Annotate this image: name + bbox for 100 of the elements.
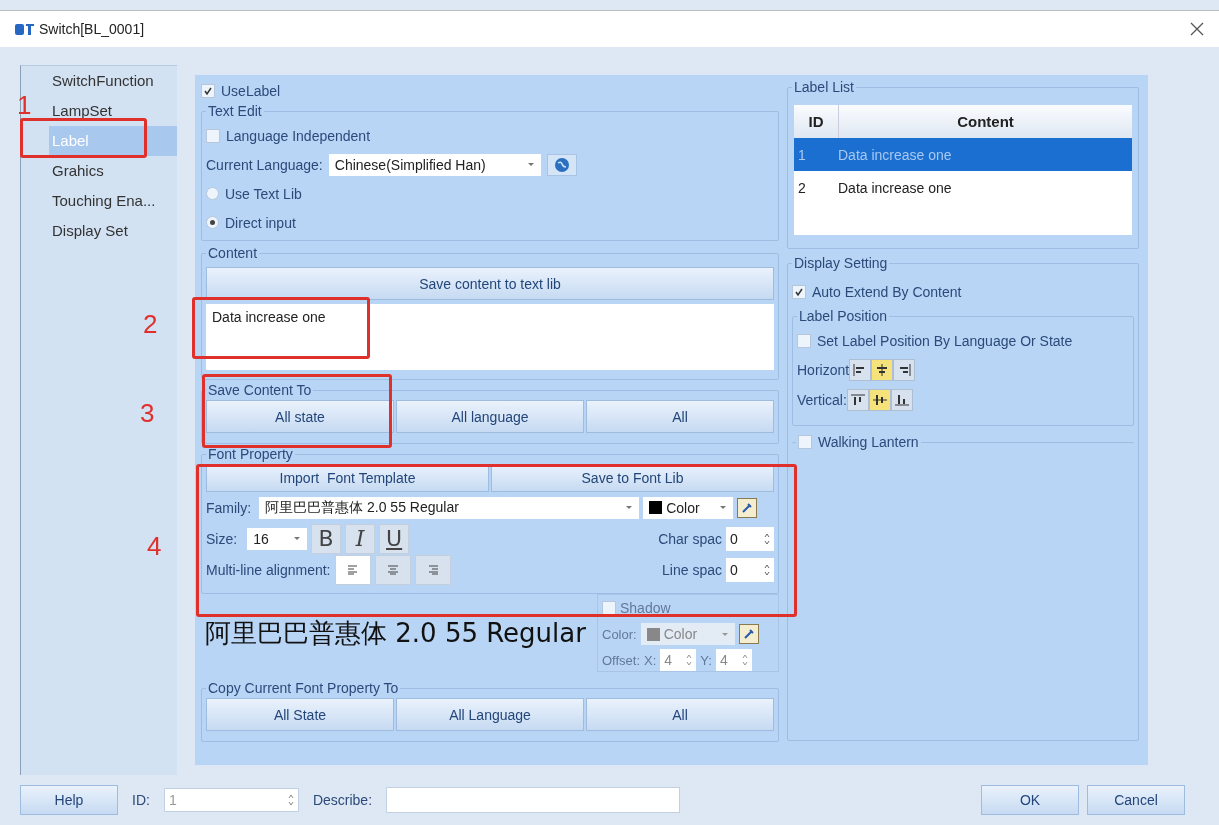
checkbox-label: Language Independent bbox=[226, 127, 371, 144]
table-cell-text: Data increase one bbox=[838, 146, 953, 163]
group-title: Save Content To bbox=[207, 382, 313, 398]
position-button[interactable] bbox=[846, 389, 869, 411]
radio-label: Direct input bbox=[225, 214, 296, 231]
spinner-arrows-icon bbox=[741, 653, 748, 667]
globe-icon bbox=[553, 156, 570, 173]
position-button[interactable] bbox=[890, 389, 913, 411]
font-size-dropdown[interactable]: 16 bbox=[247, 527, 308, 550]
help-button[interactable]: Help bbox=[20, 785, 118, 815]
table-cell-text: 2 bbox=[797, 179, 807, 196]
field-label: Offset: bbox=[602, 652, 641, 668]
table-cell-text: Data increase one bbox=[838, 179, 953, 196]
copy-to-button[interactable]: All State bbox=[206, 698, 394, 731]
position-button[interactable] bbox=[893, 359, 916, 381]
char-spacing-spinner[interactable]: 0 bbox=[726, 526, 774, 551]
field-label: Current Language: bbox=[206, 156, 323, 173]
close-icon[interactable] bbox=[1190, 22, 1204, 36]
window-title: Switch[BL_0001] bbox=[39, 21, 146, 37]
checkbox[interactable] bbox=[797, 333, 811, 348]
group-title: Copy Current Font Property To bbox=[207, 680, 400, 696]
caret-icon bbox=[526, 162, 535, 167]
field-label: Size: bbox=[206, 530, 238, 547]
checkbox[interactable] bbox=[206, 128, 220, 143]
radio-label: Use Text Lib bbox=[225, 185, 302, 202]
line-spacing-spinner[interactable]: 0 bbox=[726, 557, 774, 582]
app-logo-icon bbox=[15, 22, 35, 36]
caret-icon bbox=[720, 631, 729, 637]
group-title: Content bbox=[207, 245, 259, 261]
field-label: Line spac bbox=[662, 561, 722, 578]
ok-button[interactable]: OK bbox=[981, 785, 1079, 815]
color-dropdown[interactable]: Color bbox=[643, 496, 734, 519]
position-button[interactable] bbox=[868, 389, 891, 411]
checkbox[interactable] bbox=[798, 435, 812, 449]
field-label: Describe: bbox=[312, 792, 373, 808]
position-button[interactable] bbox=[871, 359, 894, 381]
nav-item[interactable]: Display Set bbox=[49, 216, 177, 246]
check-icon bbox=[203, 86, 213, 96]
checkbox-label: Set Label Position By Language Or State bbox=[817, 332, 1073, 349]
caret-icon bbox=[625, 505, 634, 510]
callout-number: 3 bbox=[140, 400, 155, 426]
nav-item[interactable]: Touching Ena... bbox=[49, 186, 177, 216]
caret-icon bbox=[293, 536, 302, 541]
checkbox[interactable] bbox=[201, 84, 215, 98]
group-title: Font Property bbox=[207, 446, 294, 462]
font-preview-text: 阿里巴巴普惠体 2.0 55 Regular bbox=[204, 617, 587, 650]
eyedropper-icon bbox=[741, 501, 754, 514]
position-button[interactable] bbox=[849, 359, 872, 381]
group-title: Text Edit bbox=[207, 103, 263, 119]
table-row[interactable]: 2 Data increase one bbox=[794, 171, 1132, 204]
checkbox-label: Walking Lantern bbox=[818, 434, 919, 450]
save-to-button[interactable]: All state bbox=[206, 400, 394, 433]
check-icon bbox=[794, 286, 804, 297]
font-style-button[interactable]: U bbox=[379, 523, 410, 554]
group-title: Label List bbox=[793, 79, 855, 95]
save-to-button[interactable]: All bbox=[586, 400, 774, 433]
checkbox-label: UseLabel bbox=[221, 83, 281, 99]
text-align-icon bbox=[386, 564, 399, 575]
field-label: Vertical: bbox=[797, 392, 847, 408]
nav-item[interactable]: LampSet bbox=[49, 96, 177, 126]
field-label: Y: bbox=[700, 652, 712, 668]
field-label: X: bbox=[644, 652, 657, 668]
group-title: Label Position bbox=[798, 308, 888, 324]
callout-number: 4 bbox=[147, 533, 162, 559]
callout-number: 1 bbox=[17, 92, 32, 118]
spinner-arrows-icon bbox=[764, 531, 770, 546]
content-text-area[interactable]: Data increase one bbox=[206, 304, 774, 370]
column-header[interactable]: Content bbox=[839, 105, 1132, 138]
text-align-icon bbox=[346, 564, 359, 575]
copy-to-button[interactable]: All Language bbox=[396, 698, 584, 731]
radio-button[interactable] bbox=[206, 216, 219, 229]
nav-item[interactable]: SwitchFunction bbox=[49, 66, 177, 96]
eyedropper-icon bbox=[742, 628, 755, 640]
copy-to-button[interactable]: All bbox=[586, 698, 774, 731]
field-label: Family: bbox=[206, 499, 252, 516]
font-style-button[interactable]: I bbox=[345, 523, 376, 554]
globe-button[interactable] bbox=[546, 153, 577, 176]
language-dropdown[interactable]: Chinese(Simplified Han) bbox=[328, 153, 541, 176]
align-icon bbox=[872, 394, 887, 406]
font-family-dropdown[interactable]: 阿里巴巴普惠体 2.0 55 Regular bbox=[259, 496, 640, 519]
nav-item[interactable]: Grahics bbox=[49, 156, 177, 186]
radio-button[interactable] bbox=[206, 187, 219, 200]
spinner-arrows-icon bbox=[764, 562, 770, 577]
field-label: ID: bbox=[132, 792, 150, 808]
align-icon bbox=[897, 364, 912, 376]
field-label: Multi-line alignment: bbox=[206, 561, 331, 578]
align-icon bbox=[850, 394, 865, 406]
save-content-button[interactable]: Save content to text lib bbox=[206, 267, 774, 300]
align-left-button[interactable] bbox=[334, 554, 371, 585]
save-to-button[interactable]: All language bbox=[396, 400, 584, 433]
font-style-button[interactable]: B bbox=[311, 523, 342, 554]
eyedropper-button[interactable] bbox=[737, 497, 758, 518]
spinner-arrows-icon bbox=[287, 793, 294, 807]
cancel-button[interactable]: Cancel bbox=[1087, 785, 1185, 815]
align-icon bbox=[875, 364, 890, 376]
callout-number: 2 bbox=[143, 311, 158, 337]
spinner-arrows-icon bbox=[686, 653, 693, 667]
checkbox[interactable] bbox=[792, 284, 806, 299]
describe-field[interactable] bbox=[386, 787, 681, 813]
checkbox-label: Shadow bbox=[620, 600, 671, 616]
